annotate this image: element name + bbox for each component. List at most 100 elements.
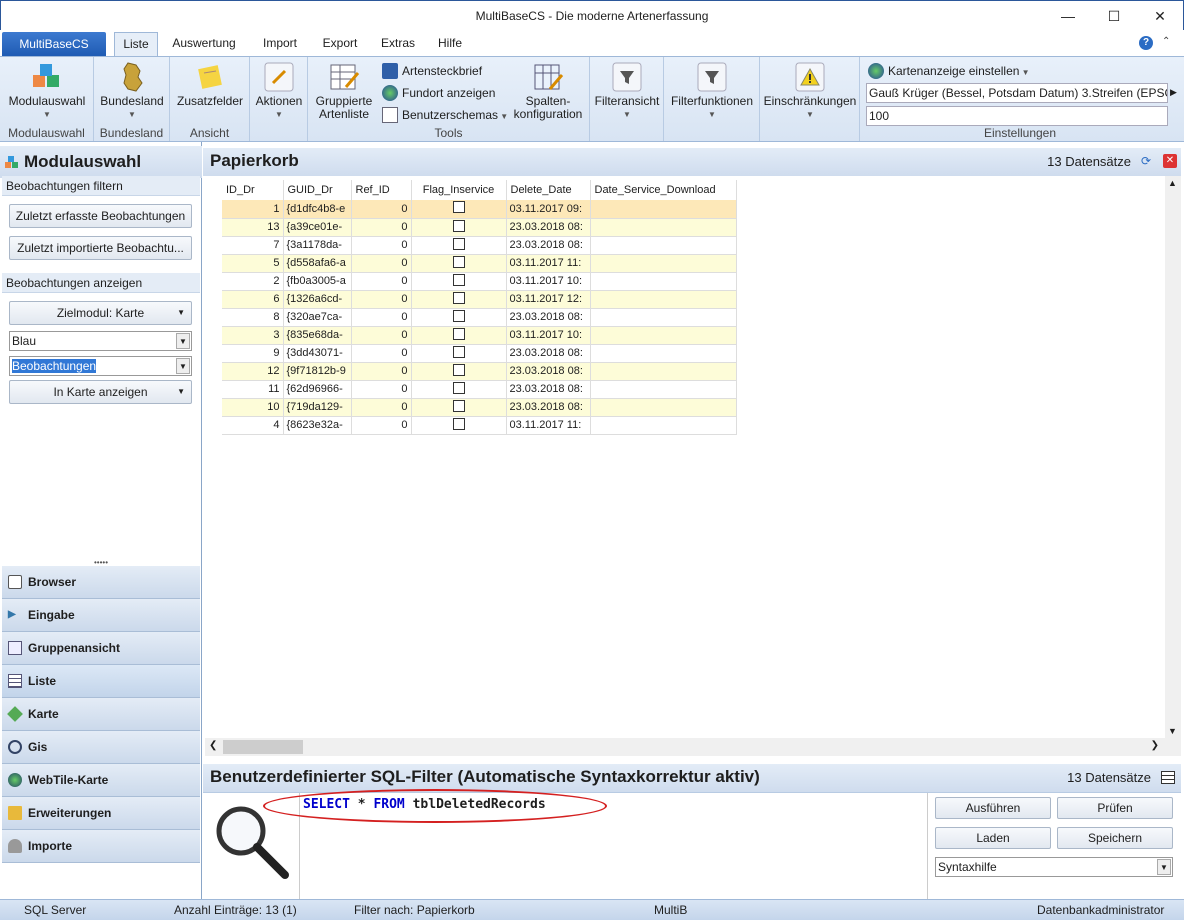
- flag-checkbox[interactable]: [452, 381, 465, 394]
- scroll-up-icon[interactable]: ▲: [1168, 178, 1177, 188]
- tab-hilfe[interactable]: Hilfe: [430, 32, 470, 56]
- check-button[interactable]: Prüfen: [1057, 797, 1173, 819]
- table-row[interactable]: 11 {62d96966- 0 23.03.2018 08:: [222, 380, 737, 399]
- cell-download-date[interactable]: [590, 254, 737, 273]
- tab-extras[interactable]: Extras: [374, 32, 422, 56]
- cell-delete-date[interactable]: 03.11.2017 11:: [506, 416, 591, 435]
- close-icon[interactable]: ✕: [1163, 154, 1177, 168]
- cell-guid[interactable]: {3dd43071-: [283, 344, 352, 363]
- cell-delete-date[interactable]: 23.03.2018 08:: [506, 236, 591, 255]
- flag-checkbox[interactable]: [452, 417, 465, 430]
- filterfunktionen-button[interactable]: Filterfunktionen ▼: [667, 59, 757, 121]
- aktionen-button[interactable]: Aktionen ▼: [253, 59, 305, 121]
- table-row[interactable]: 3 {835e68da- 0 03.11.2017 10:: [222, 326, 737, 345]
- cell-id[interactable]: 3: [222, 326, 284, 345]
- table-row[interactable]: 8 {320ae7ca- 0 23.03.2018 08:: [222, 308, 737, 327]
- cell-ref[interactable]: 0: [351, 416, 412, 435]
- cell-guid[interactable]: {719da129-: [283, 398, 352, 417]
- cell-flag[interactable]: [411, 308, 507, 327]
- artensteckbrief-button[interactable]: Artensteckbrief: [380, 61, 482, 81]
- crs-select[interactable]: Gauß Krüger (Bessel, Potsdam Datum) 3.St…: [866, 83, 1168, 103]
- einschraenkungen-button[interactable]: Einschränkungen ▼: [763, 59, 857, 121]
- cell-ref[interactable]: 0: [351, 218, 412, 237]
- cell-flag[interactable]: [411, 218, 507, 237]
- cell-delete-date[interactable]: 03.11.2017 12:: [506, 290, 591, 309]
- cell-flag[interactable]: [411, 398, 507, 417]
- cell-flag[interactable]: [411, 416, 507, 435]
- table-row[interactable]: 6 {1326a6cd- 0 03.11.2017 12:: [222, 290, 737, 309]
- nav-liste[interactable]: Liste: [2, 665, 200, 698]
- cell-ref[interactable]: 0: [351, 362, 412, 381]
- table-row[interactable]: 12 {9f71812b-9 0 23.03.2018 08:: [222, 362, 737, 381]
- cell-flag[interactable]: [411, 344, 507, 363]
- horizontal-scrollbar[interactable]: ❮ ❯: [205, 738, 1181, 756]
- cell-flag[interactable]: [411, 254, 507, 273]
- cell-flag[interactable]: [411, 362, 507, 381]
- cell-guid[interactable]: {1326a6cd-: [283, 290, 352, 309]
- cell-id[interactable]: 8: [222, 308, 284, 327]
- table-row[interactable]: 4 {8623e32a- 0 03.11.2017 11:: [222, 416, 737, 435]
- help-icon[interactable]: ?: [1139, 36, 1153, 50]
- chevron-down-icon[interactable]: ▼: [176, 333, 190, 349]
- cell-id[interactable]: 4: [222, 416, 284, 435]
- cell-id[interactable]: 11: [222, 380, 284, 399]
- nav-importe[interactable]: Importe: [2, 830, 200, 863]
- cell-guid[interactable]: {62d96966-: [283, 380, 352, 399]
- crs-dropdown-icon[interactable]: ▶: [1170, 87, 1177, 98]
- scroll-thumb[interactable]: [223, 740, 303, 754]
- cell-ref[interactable]: 0: [351, 254, 412, 273]
- table-row[interactable]: 10 {719da129- 0 23.03.2018 08:: [222, 398, 737, 417]
- cell-id[interactable]: 12: [222, 362, 284, 381]
- table-row[interactable]: 13 {a39ce01e- 0 23.03.2018 08:: [222, 218, 737, 237]
- filteransicht-button[interactable]: Filteransicht ▼: [593, 59, 661, 121]
- tab-export[interactable]: Export: [316, 32, 364, 56]
- cell-guid[interactable]: {d1dfc4b8-e: [283, 200, 352, 219]
- flag-checkbox[interactable]: [452, 291, 465, 304]
- cell-id[interactable]: 9: [222, 344, 284, 363]
- close-button[interactable]: ✕: [1137, 1, 1183, 31]
- cell-id[interactable]: 1: [222, 200, 284, 219]
- cell-guid[interactable]: {835e68da-: [283, 326, 352, 345]
- column-header-flag[interactable]: Flag_Inservice: [411, 180, 507, 200]
- cell-download-date[interactable]: [590, 200, 737, 219]
- cell-delete-date[interactable]: 23.03.2018 08:: [506, 362, 591, 381]
- table-row[interactable]: 1 {d1dfc4b8-e 0 03.11.2017 09:: [222, 200, 737, 219]
- cell-download-date[interactable]: [590, 236, 737, 255]
- cell-flag[interactable]: [411, 200, 507, 219]
- nav-eingabe[interactable]: ▶ Eingabe: [2, 599, 200, 632]
- cell-guid[interactable]: {d558afa6-a: [283, 254, 352, 273]
- load-button[interactable]: Laden: [935, 827, 1051, 849]
- nav-gruppenansicht[interactable]: Gruppenansicht: [2, 632, 200, 665]
- flag-checkbox[interactable]: [452, 255, 465, 268]
- flag-checkbox[interactable]: [452, 327, 465, 340]
- kartenanzeige-einstellen-button[interactable]: Kartenanzeige einstellen ▼: [866, 61, 1030, 81]
- flag-checkbox[interactable]: [452, 219, 465, 232]
- show-in-map-button[interactable]: In Karte anzeigen ▼: [9, 380, 192, 404]
- cell-flag[interactable]: [411, 380, 507, 399]
- cell-guid[interactable]: {9f71812b-9: [283, 362, 352, 381]
- fundort-anzeigen-button[interactable]: Fundort anzeigen: [380, 83, 495, 103]
- cell-ref[interactable]: 0: [351, 398, 412, 417]
- nav-erweiterungen[interactable]: Erweiterungen: [2, 797, 200, 830]
- cell-guid[interactable]: {3a1178da-: [283, 236, 352, 255]
- cell-download-date[interactable]: [590, 380, 737, 399]
- color-select[interactable]: Blau ▼: [9, 331, 192, 351]
- cell-guid[interactable]: {320ae7ca-: [283, 308, 352, 327]
- column-header-delete-date[interactable]: Delete_Date: [506, 180, 591, 200]
- table-row[interactable]: 7 {3a1178da- 0 23.03.2018 08:: [222, 236, 737, 255]
- scale-input[interactable]: 100: [866, 106, 1168, 126]
- flag-checkbox[interactable]: [452, 201, 465, 214]
- cell-download-date[interactable]: [590, 398, 737, 417]
- minimize-button[interactable]: —: [1045, 1, 1091, 31]
- cell-ref[interactable]: 0: [351, 344, 412, 363]
- cell-id[interactable]: 7: [222, 236, 284, 255]
- save-button[interactable]: Speichern: [1057, 827, 1173, 849]
- flag-checkbox[interactable]: [452, 345, 465, 358]
- cell-ref[interactable]: 0: [351, 290, 412, 309]
- refresh-icon[interactable]: ⟳: [1141, 154, 1157, 168]
- cell-guid[interactable]: {a39ce01e-: [283, 218, 352, 237]
- bundesland-button[interactable]: Bundesland ▼: [98, 59, 166, 121]
- cell-ref[interactable]: 0: [351, 308, 412, 327]
- cell-id[interactable]: 6: [222, 290, 284, 309]
- cell-ref[interactable]: 0: [351, 380, 412, 399]
